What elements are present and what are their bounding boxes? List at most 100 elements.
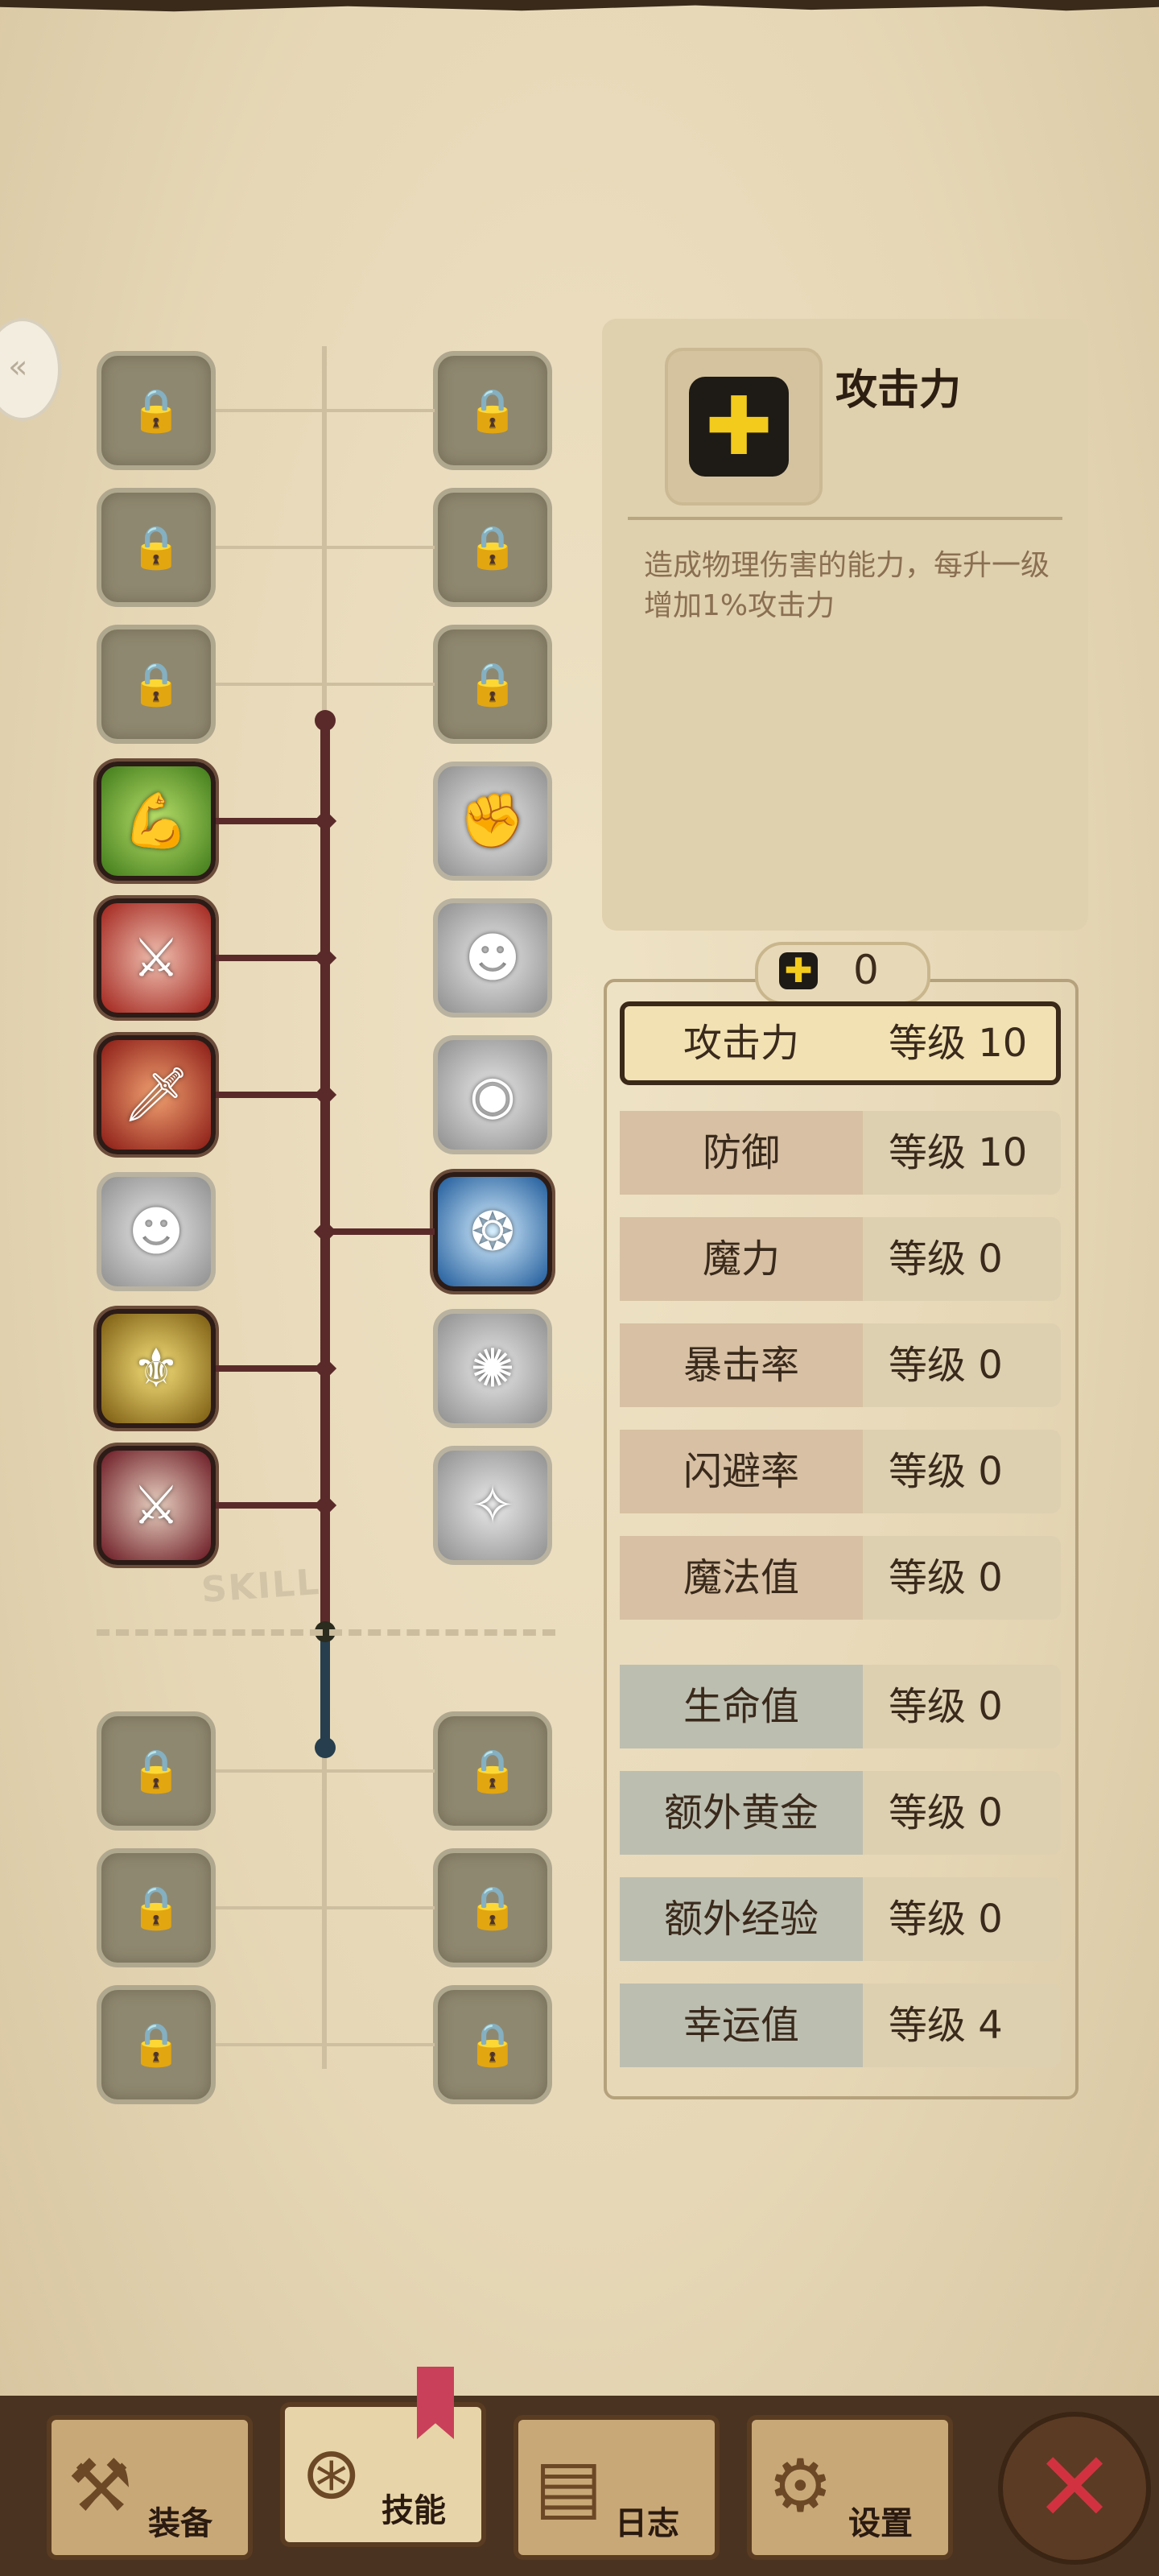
stat-row[interactable]: 幸运值 等级 4: [620, 1984, 1061, 2067]
nav-tab-label: 装备: [148, 2505, 212, 2542]
stat-level: 等级 0: [889, 1790, 1003, 1835]
skill-slot[interactable]: 💪: [97, 762, 216, 881]
points-value: 0: [853, 947, 879, 993]
stat-level: 等级 0: [889, 1236, 1003, 1282]
tree-node: [315, 1737, 336, 1758]
sparkle-figure-icon: ✧: [470, 1474, 515, 1537]
nav-tab[interactable]: ⚒ 装备: [47, 2415, 253, 2560]
stat-row[interactable]: 暴击率 等级 0: [620, 1323, 1061, 1407]
tree-connector: [216, 1502, 325, 1509]
info-divider: [628, 517, 1062, 520]
tree-junction: [313, 1493, 337, 1517]
slash-icon: ⚔: [132, 927, 180, 989]
tree-junction: [313, 946, 337, 970]
locked-skill-slot: 🔒: [433, 351, 552, 470]
skill-slot[interactable]: ☻: [433, 898, 552, 1018]
lock-icon: 🔒: [466, 660, 519, 709]
skill-slot[interactable]: ✊: [433, 762, 552, 881]
crossed-swords-icon: ⚔: [132, 1474, 180, 1537]
close-button[interactable]: ✕: [998, 2412, 1151, 2565]
nav-tab[interactable]: ⚙ 设置: [747, 2415, 953, 2560]
skill-slot[interactable]: ⚔: [97, 898, 216, 1018]
stat-level: 等级 4: [889, 2003, 1003, 2048]
stat-name: 额外经验: [620, 1877, 863, 1961]
fist-icon: ✊: [459, 790, 526, 852]
stat-row[interactable]: 闪避率 等级 0: [620, 1430, 1061, 1513]
locked-skill-slot: 🔒: [97, 351, 216, 470]
tree-junction: [313, 809, 337, 833]
stat-name: 生命值: [620, 1665, 863, 1748]
plus-icon: ✚: [689, 377, 789, 477]
stat-name: 幸运值: [620, 1984, 863, 2067]
lock-icon: 🔒: [130, 1747, 183, 1796]
tree-junction: [313, 1220, 337, 1244]
stat-name: 闪避率: [620, 1430, 863, 1513]
stat-name: 攻击力: [683, 1021, 799, 1066]
nav-tab-label: 技能: [382, 2492, 446, 2529]
stat-name: 魔力: [620, 1217, 863, 1301]
gear-burst-icon: ✺: [470, 1337, 515, 1400]
stat-level: 等级 10: [889, 1130, 1028, 1175]
skill-info-description: 造成物理伤害的能力，每升一级增加1%攻击力: [644, 549, 1050, 622]
stat-level: 等级 0: [889, 1449, 1003, 1494]
lock-icon: 🔒: [130, 660, 183, 709]
whirlwind-blade-icon: ❂: [470, 1200, 515, 1263]
stat-row[interactable]: 额外经验 等级 0: [620, 1877, 1061, 1961]
stat-level: 等级 0: [889, 1897, 1003, 1942]
lock-icon: 🔒: [130, 523, 183, 572]
stat-row[interactable]: 攻击力 等级 10: [620, 1001, 1061, 1085]
tree-connector: [216, 1365, 325, 1372]
muscle-arm-icon: 💪: [122, 790, 190, 852]
lock-icon: 🔒: [466, 523, 519, 572]
skill-slot[interactable]: ☻: [97, 1172, 216, 1291]
skill-slot[interactable]: ⚔: [97, 1446, 216, 1565]
skill-slot[interactable]: ❂: [433, 1172, 552, 1291]
stat-row[interactable]: 魔法值 等级 0: [620, 1536, 1061, 1620]
skill-gear-icon: ⊛: [301, 2431, 362, 2516]
locked-skill-slot: 🔒: [433, 1848, 552, 1967]
stat-row[interactable]: 额外黄金 等级 0: [620, 1771, 1061, 1855]
nav-tab-label: 日志: [615, 2505, 679, 2542]
tree-connector: [325, 1228, 435, 1235]
tree-connector: [216, 955, 325, 961]
locked-skill-slot: 🔒: [97, 1985, 216, 2104]
tree-node: [315, 710, 336, 731]
skill-slot[interactable]: ✧: [433, 1446, 552, 1565]
tree-junction: [313, 1083, 337, 1107]
stat-row[interactable]: 防御 等级 10: [620, 1111, 1061, 1195]
nav-tab[interactable]: ⊛ 技能: [280, 2402, 486, 2547]
skill-section-divider: [97, 1629, 555, 1636]
stat-level: 等级 10: [889, 1021, 1028, 1066]
dash-figure-icon: ☻: [128, 1200, 184, 1263]
locked-skill-slot: 🔒: [433, 488, 552, 607]
stat-level: 等级 0: [889, 1555, 1003, 1600]
chevron-left-icon: «: [8, 349, 28, 386]
plus-icon: ✚: [779, 952, 818, 989]
stat-level: 等级 0: [889, 1684, 1003, 1729]
stat-name: 防御: [620, 1111, 863, 1195]
stat-row[interactable]: 魔力 等级 0: [620, 1217, 1061, 1301]
stat-row[interactable]: 生命值 等级 0: [620, 1665, 1061, 1748]
skill-slot[interactable]: ◉: [433, 1035, 552, 1154]
skill-slot[interactable]: ✺: [433, 1309, 552, 1428]
tree-connector: [216, 1092, 325, 1098]
skill-section-label: SKILL: [200, 1561, 322, 1612]
skill-slot[interactable]: 🗡: [97, 1035, 216, 1154]
locked-skill-slot: 🔒: [97, 1711, 216, 1831]
stat-level: 等级 0: [889, 1343, 1003, 1388]
nav-tab[interactable]: ▤ 日志: [514, 2415, 720, 2560]
stat-name: 额外黄金: [620, 1771, 863, 1855]
tree-spine-lower: [320, 1634, 330, 1747]
tree-guide-line: [216, 2043, 435, 2046]
skill-slot[interactable]: ⚜: [97, 1309, 216, 1428]
back-button[interactable]: «: [0, 318, 61, 421]
tree-guide-line: [216, 1906, 435, 1909]
tree-junction: [313, 1356, 337, 1381]
lock-icon: 🔒: [130, 386, 183, 436]
tree-guide-line: [216, 546, 435, 549]
tree-guide-line: [216, 683, 435, 686]
lock-icon: 🔒: [466, 2021, 519, 2070]
tree-guide-line: [216, 1769, 435, 1773]
lock-icon: 🔒: [130, 1884, 183, 1933]
tree-connector: [216, 818, 325, 824]
